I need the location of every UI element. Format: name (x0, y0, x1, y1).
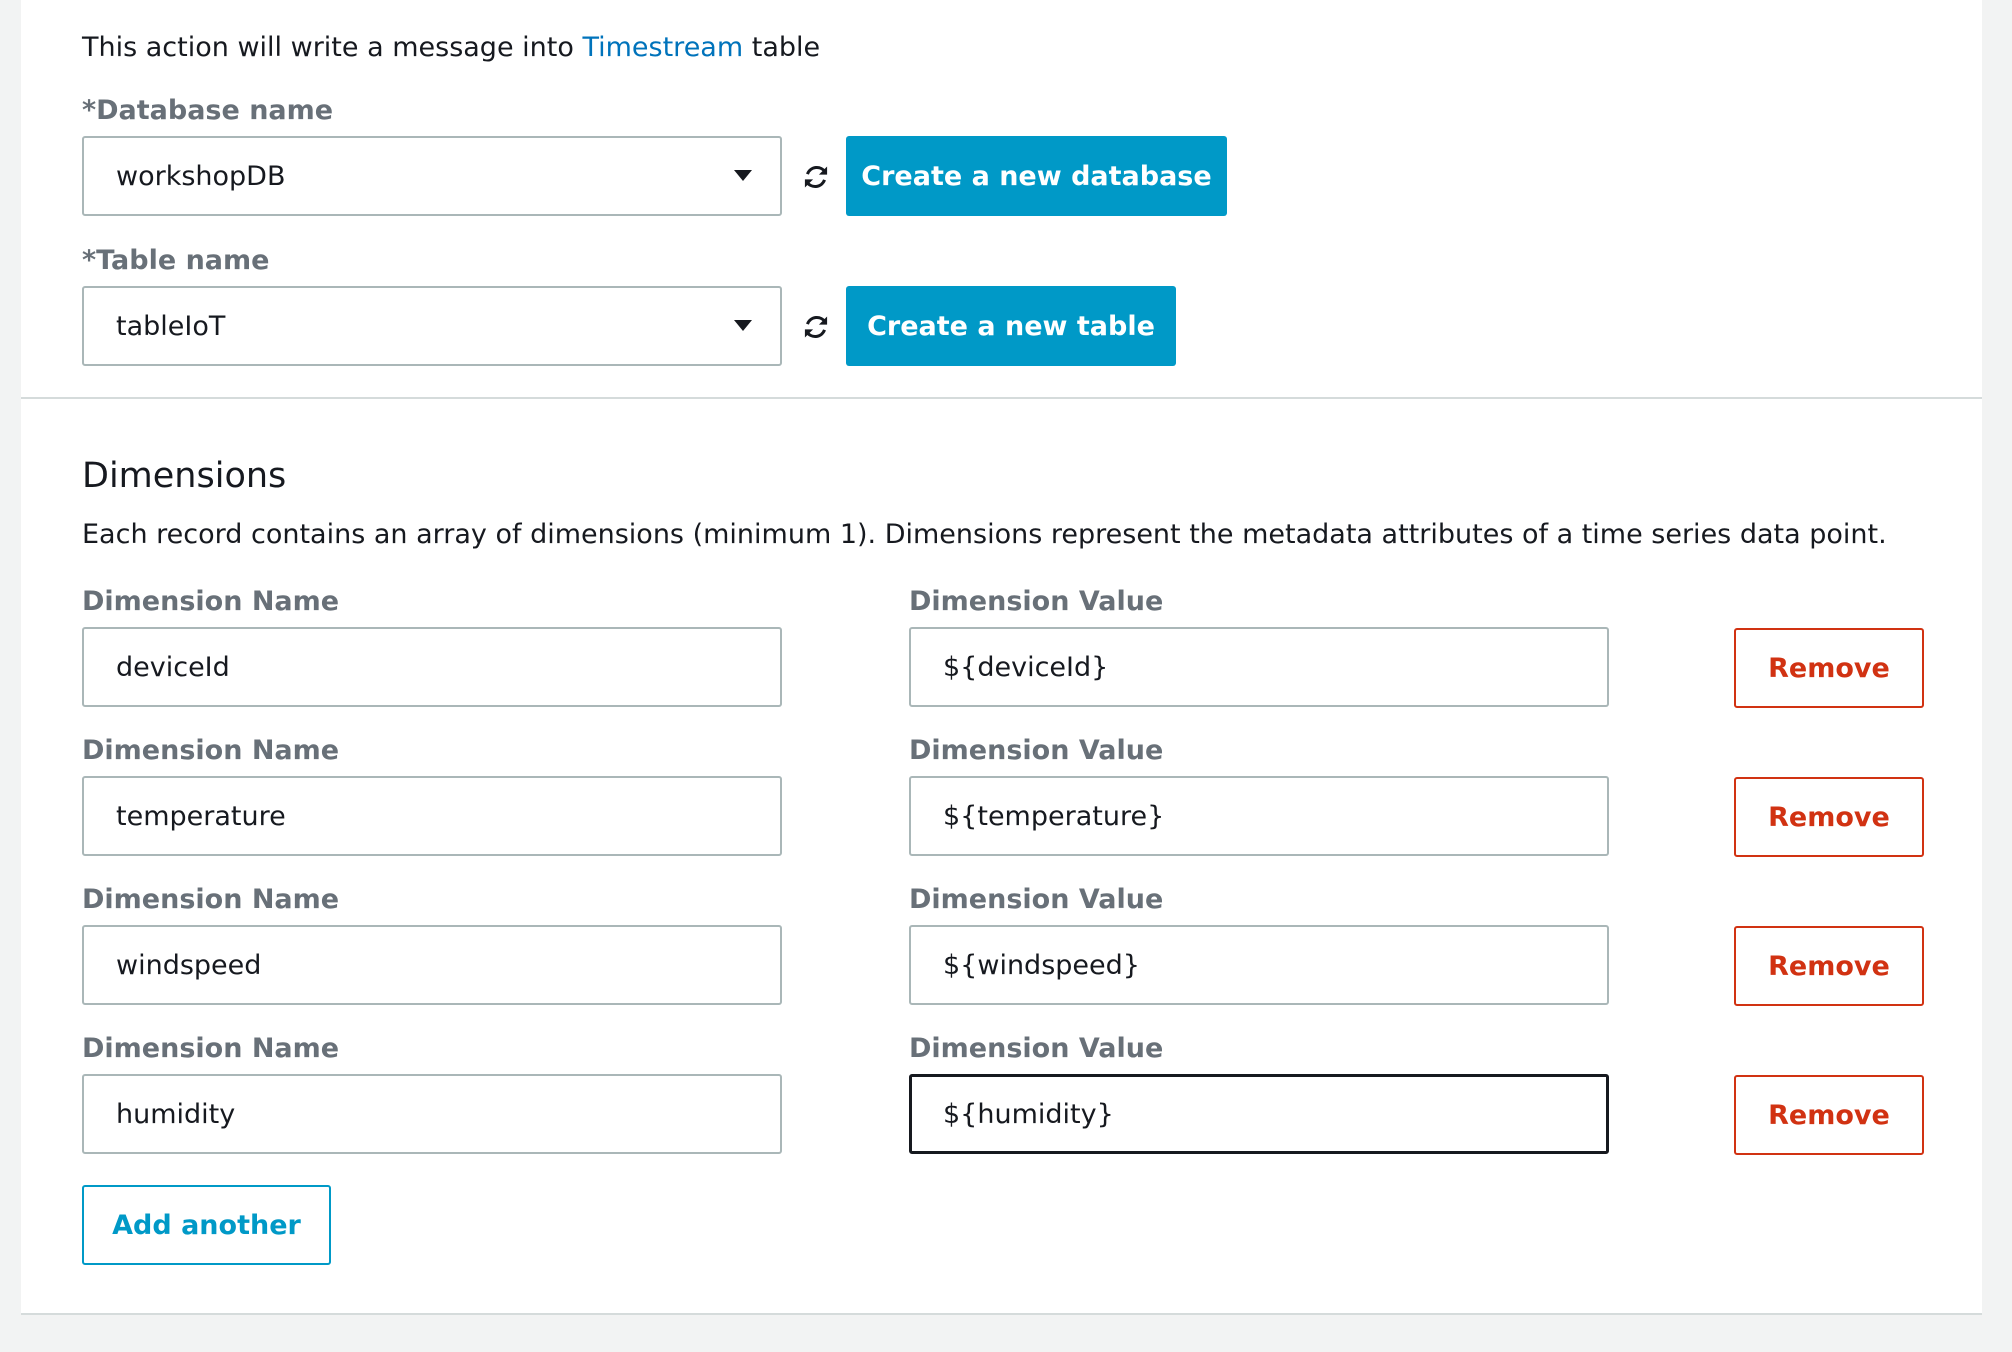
remove-dimension-button[interactable]: Remove (1734, 628, 1924, 708)
dimension-value-label: Dimension Value (909, 1033, 1164, 1064)
dimension-name-text: windspeed (116, 949, 262, 981)
dimension-value-text: ${windspeed} (943, 949, 1140, 981)
timestream-settings-panel: This action will write a message into Ti… (21, 0, 1982, 399)
timestream-link[interactable]: Timestream (582, 32, 743, 63)
dimension-name-label: Dimension Name (82, 1033, 340, 1064)
database-name-select[interactable]: workshopDB (82, 136, 782, 216)
database-name-value: workshopDB (116, 160, 286, 192)
dimension-value-input[interactable]: ${humidity} (909, 1074, 1609, 1154)
create-table-button[interactable]: Create a new table (846, 286, 1176, 366)
refresh-icon-svg (804, 165, 828, 189)
table-name-label: *Table name (82, 245, 270, 276)
dimensions-description: Each record contains an array of dimensi… (82, 519, 1887, 550)
dimension-name-text: deviceId (116, 651, 230, 683)
dimension-value-text: ${temperature} (943, 800, 1165, 832)
refresh-icon[interactable] (798, 309, 834, 345)
remove-dimension-button[interactable]: Remove (1734, 1075, 1924, 1155)
dimension-name-text: temperature (116, 800, 286, 832)
dimension-value-label: Dimension Value (909, 884, 1164, 915)
dimension-name-text: humidity (116, 1098, 236, 1130)
dimensions-panel: Dimensions Each record contains an array… (21, 399, 1982, 1315)
dimension-value-text: ${humidity} (943, 1098, 1114, 1130)
table-name-value: tableIoT (116, 310, 226, 342)
dimension-name-input[interactable]: deviceId (82, 627, 782, 707)
dimension-value-input[interactable]: ${temperature} (909, 776, 1609, 856)
table-name-select[interactable]: tableIoT (82, 286, 782, 366)
dimension-name-label: Dimension Name (82, 586, 340, 617)
create-database-button[interactable]: Create a new database (846, 136, 1227, 216)
dimension-value-input[interactable]: ${deviceId} (909, 627, 1609, 707)
database-name-label: *Database name (82, 95, 334, 126)
dimension-value-label: Dimension Value (909, 735, 1164, 766)
add-another-button[interactable]: Add another (82, 1185, 331, 1265)
refresh-icon-svg (804, 315, 828, 339)
remove-dimension-button[interactable]: Remove (1734, 777, 1924, 857)
refresh-icon[interactable] (798, 159, 834, 195)
intro-text: This action will write a message into Ti… (82, 28, 820, 68)
dimensions-title: Dimensions (82, 456, 287, 496)
dimension-name-label: Dimension Name (82, 884, 340, 915)
dimension-value-text: ${deviceId} (943, 651, 1109, 683)
intro-suffix: table (751, 32, 821, 63)
intro-prefix: This action will write a message into (82, 32, 574, 63)
dimension-name-input[interactable]: temperature (82, 776, 782, 856)
caret-down-icon (734, 320, 752, 331)
dimension-value-label: Dimension Value (909, 586, 1164, 617)
dimension-value-input[interactable]: ${windspeed} (909, 925, 1609, 1005)
caret-down-icon (734, 170, 752, 181)
dimension-name-input[interactable]: humidity (82, 1074, 782, 1154)
remove-dimension-button[interactable]: Remove (1734, 926, 1924, 1006)
dimension-name-label: Dimension Name (82, 735, 340, 766)
dimension-name-input[interactable]: windspeed (82, 925, 782, 1005)
